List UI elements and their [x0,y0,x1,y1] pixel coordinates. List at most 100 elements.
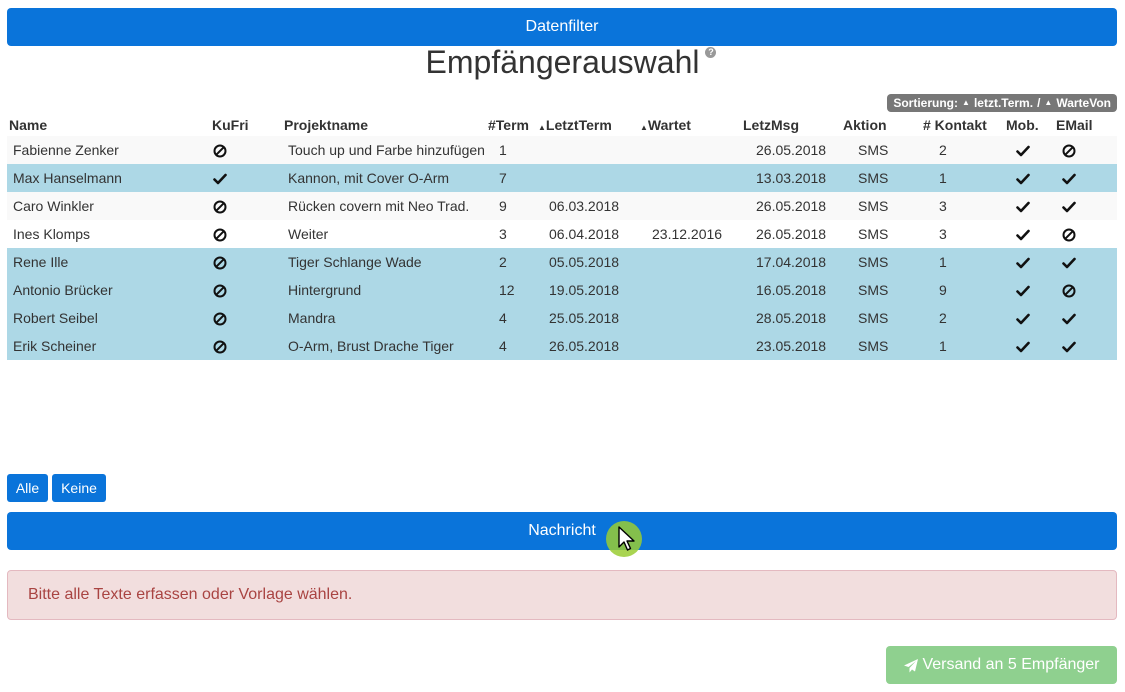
cell-name: Caro Winkler [13,198,94,214]
cell-letzt-term: 19.05.2018 [549,282,620,298]
cell-projekt: O-Arm, Brust Drache Tiger [288,338,454,354]
cell-letz-msg: 26.05.2018 [756,198,827,214]
sort-key-2[interactable]: WarteVon [1056,94,1111,112]
sort-key-1[interactable]: letzt.Term. [974,94,1033,112]
cell-kufri [212,332,284,360]
check-icon [1062,340,1076,354]
cell-letzt-term: 25.05.2018 [549,310,620,326]
table-row[interactable]: Max Hanselmann Kannon, mit Cover O-Arm 7 13… [7,164,1117,192]
cell-kontakt: 1 [939,254,947,270]
ban-icon [213,284,227,298]
col-header-term[interactable]: #Term [488,114,538,136]
cell-term: 7 [499,170,507,186]
send-button[interactable]: Versand an 5 Empfänger [886,646,1117,684]
datenfilter-button[interactable]: Datenfilter [7,8,1117,46]
cell-projekt: Hintergrund [288,282,362,298]
col-header-kufri[interactable]: KuFri [212,114,284,136]
table-row[interactable]: Antonio Brücker Hintergrund 12 19.05.2018 16… [7,276,1117,304]
check-icon [213,172,227,186]
cell-term: 1 [499,142,507,158]
col-header-wartet[interactable]: ▲Wartet [640,114,743,136]
cell-term: 4 [499,310,507,326]
cell-aktion: SMS [858,198,889,214]
cell-mob [1006,192,1056,220]
paper-plane-icon [903,658,919,673]
ban-icon [213,200,227,214]
col-header-letzt-term[interactable]: ▲LetztTerm [538,114,640,136]
check-icon [1016,312,1030,326]
cell-name: Fabienne Zenker [13,142,119,158]
cell-projekt: Kannon, mit Cover O-Arm [288,170,450,186]
select-all-button[interactable]: Alle [7,474,48,502]
cell-email [1056,248,1117,276]
ban-icon [213,144,227,158]
col-header-kontakt[interactable]: # Kontakt [923,114,1006,136]
table-row[interactable]: Fabienne Zenker Touch up und Farbe hinzuf… [7,136,1117,164]
cell-aktion: SMS [858,338,889,354]
cell-email [1056,136,1117,164]
cell-letzt-term: 06.04.2018 [549,226,620,242]
table-row[interactable]: Robert Seibel Mandra 4 25.05.2018 28.05.2018… [7,304,1117,332]
cell-term: 3 [499,226,507,242]
check-icon [1016,284,1030,298]
sort-asc-icon: ▲ [640,123,648,132]
cell-kontakt: 3 [939,198,947,214]
sort-asc-icon: ▲ [538,123,546,132]
cell-aktion: SMS [858,226,889,242]
ban-icon [213,228,227,242]
cell-mob [1006,136,1056,164]
check-icon [1016,340,1030,354]
sort-badge[interactable]: Sortierung: ▲ letzt.Term. / ▲ WarteVon [887,94,1117,112]
send-label: Versand an 5 Empfänger [922,656,1100,673]
cell-letz-msg: 17.04.2018 [756,254,827,270]
table-row[interactable]: Erik Scheiner O-Arm, Brust Drache Tiger 4 2… [7,332,1117,360]
col-header-aktion[interactable]: Aktion [843,114,923,136]
cell-aktion: SMS [858,282,889,298]
cell-aktion: SMS [858,254,889,270]
cell-mob [1006,248,1056,276]
table-row[interactable]: Ines Klomps Weiter 3 06.04.2018 23.12.2016 26… [7,220,1117,248]
cell-name: Erik Scheiner [13,338,97,354]
cell-letz-msg: 28.05.2018 [756,310,827,326]
nachricht-button[interactable]: Nachricht [7,512,1117,550]
table-row[interactable]: Rene Ille Tiger Schlange Wade 2 05.05.2018 1… [7,248,1117,276]
col-header-name[interactable]: Name [7,114,212,136]
cell-letzt-term: 05.05.2018 [549,254,620,270]
table-row[interactable]: Caro Winkler Rücken covern mit Neo Trad. 9… [7,192,1117,220]
check-icon [1062,256,1076,270]
cell-projekt: Weiter [288,226,329,242]
col-header-email[interactable]: EMail [1056,114,1117,136]
help-icon[interactable]: ? [705,47,717,58]
col-header-mob[interactable]: Mob. [1006,114,1056,136]
table-header-row: Name KuFri Projektname #Term ▲LetztTerm … [7,114,1117,136]
cell-email [1056,304,1117,332]
check-icon [1016,256,1030,270]
cell-kufri [212,220,284,248]
cell-mob [1006,332,1056,360]
cell-wartet [640,192,743,220]
alert-text: Bitte alle Texte erfassen oder Vorlage w… [28,586,353,603]
cell-term: 12 [499,282,515,298]
cell-wartet: 23.12.2016 [652,226,723,242]
col-header-letz-msg[interactable]: LetzMsg [743,114,843,136]
cell-wartet [640,164,743,192]
check-icon [1062,172,1076,186]
check-icon [1016,144,1030,158]
cell-aktion: SMS [858,310,889,326]
cell-projekt: Mandra [288,310,336,326]
ban-icon [1062,144,1076,158]
cell-letz-msg: 26.05.2018 [756,142,827,158]
cell-email [1056,220,1117,248]
cell-letzt-term: 06.03.2018 [549,198,620,214]
cell-kufri [212,276,284,304]
cell-wartet [640,136,743,164]
cell-kontakt: 2 [939,142,947,158]
check-icon [1062,312,1076,326]
select-none-button[interactable]: Keine [52,474,106,502]
cell-kontakt: 9 [939,282,947,298]
col-header-projekt[interactable]: Projektname [284,114,488,136]
cell-name: Robert Seibel [13,310,98,326]
cell-letz-msg: 16.05.2018 [756,282,827,298]
ban-icon [1062,284,1076,298]
cell-kontakt: 1 [939,338,947,354]
